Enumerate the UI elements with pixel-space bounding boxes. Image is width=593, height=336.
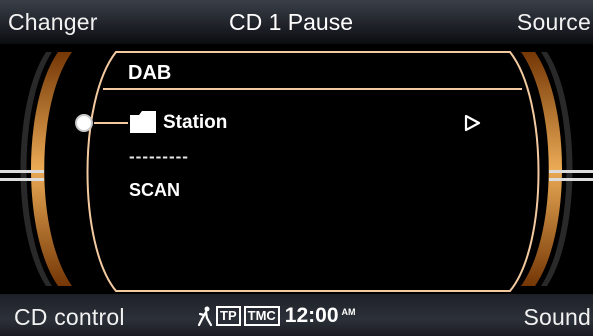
infotainment-screen: Changer CD 1 Pause Source DAB Station --… <box>0 0 593 336</box>
sound-softkey[interactable]: Sound <box>523 304 591 331</box>
navigation-person-icon <box>197 306 213 327</box>
submenu-arrow-icon <box>464 114 481 132</box>
status-indicators: TP TMC 12:00 AM <box>197 303 356 329</box>
left-control-arc <box>0 52 72 286</box>
menu-item-scan[interactable]: SCAN <box>129 180 180 201</box>
right-control-arc <box>521 52 593 286</box>
selection-knob-icon <box>75 114 93 132</box>
playback-status: CD 1 Pause <box>229 9 354 35</box>
cd-control-softkey[interactable]: CD control <box>14 304 125 331</box>
clock-ampm: AM <box>341 307 356 317</box>
menu-title: DAB <box>128 62 172 84</box>
folder-icon <box>130 111 156 133</box>
menu-item-station[interactable]: Station <box>163 112 227 134</box>
source-softkey[interactable]: Source <box>517 9 591 36</box>
tp-badge: TP <box>216 306 241 326</box>
tmc-badge: TMC <box>243 306 280 326</box>
changer-softkey[interactable]: Changer <box>8 9 98 36</box>
menu-item-empty[interactable]: --------- <box>129 147 189 167</box>
clock: 12:00 <box>284 304 339 327</box>
